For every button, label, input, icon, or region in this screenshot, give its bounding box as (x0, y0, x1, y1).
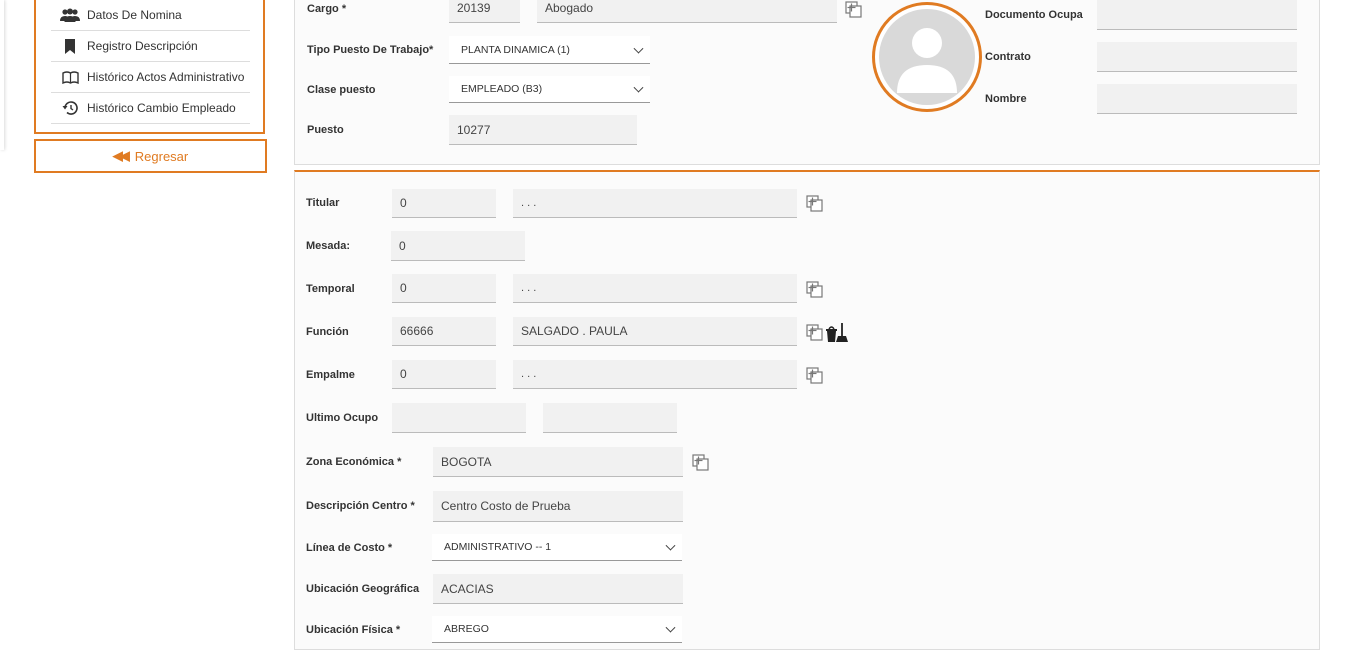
puesto-label: Puesto (307, 124, 344, 136)
chevron-down-icon (633, 43, 644, 54)
zona-economica-field[interactable]: BOGOTA (433, 447, 683, 477)
regresar-label: Regresar (134, 148, 189, 164)
tipo-puesto-label: Tipo Puesto De Trabajo* (307, 44, 434, 56)
nombre-field[interactable] (1097, 84, 1297, 114)
avatar (872, 2, 982, 112)
funcion-label: Función (306, 326, 349, 338)
bookmark-icon (59, 38, 81, 54)
chevron-down-icon (633, 82, 644, 93)
funcion-code-field[interactable]: 66666 (392, 317, 496, 346)
cargo-code-field[interactable]: 20139 (449, 0, 520, 23)
clase-puesto-value: EMPLEADO (B3) (461, 83, 543, 95)
search-add-icon[interactable] (806, 281, 823, 298)
sidebar-item-historico-cambio[interactable]: Histórico Cambio Empleado (51, 93, 250, 124)
sidebar-item-registro-descripcion[interactable]: Registro Descripción (51, 31, 250, 62)
ultimo-ocupo-field-1[interactable] (392, 403, 526, 433)
tipo-puesto-value: PLANTA DINAMICA (1) (461, 43, 570, 56)
ubicacion-fisica-value: ABREGO (444, 623, 489, 635)
ultimo-ocupo-field-2[interactable] (543, 403, 677, 433)
sidebar-menu: Datos De Nomina Registro Descripción His… (34, 0, 265, 134)
sidebar-item-label: Histórico Cambio Empleado (87, 101, 236, 115)
double-arrow-left-icon: ◀◀ (112, 148, 130, 163)
search-add-icon[interactable] (806, 367, 823, 384)
clase-puesto-select[interactable]: EMPLEADO (B3) (449, 76, 650, 103)
cargo-label: Cargo * (307, 3, 347, 15)
regresar-button[interactable]: ◀◀ Regresar (34, 139, 267, 173)
contrato-label: Contrato (985, 51, 1031, 63)
search-add-icon[interactable] (692, 454, 709, 471)
temporal-code-field[interactable]: 0 (392, 274, 496, 303)
documento-ocupa-label: Documento Ocupa (985, 9, 1083, 21)
ubicacion-geografica-label: Ubicación Geográfica (306, 583, 420, 595)
titular-name-field[interactable]: . . . (513, 189, 797, 218)
ubicacion-fisica-select[interactable]: ABREGO (432, 616, 682, 643)
contrato-field[interactable] (1097, 42, 1297, 72)
titular-label: Titular (306, 197, 340, 209)
sidebar-item-datos-nomina[interactable]: Datos De Nomina (51, 0, 250, 31)
search-add-icon[interactable] (806, 195, 823, 212)
linea-costo-value: ADMINISTRATIVO -- 1 (444, 541, 552, 553)
empalme-code-field[interactable]: 0 (392, 360, 496, 389)
sidebar-item-label: Registro Descripción (87, 39, 198, 53)
sidebar-item-label: Datos De Nomina (87, 8, 182, 22)
search-add-icon[interactable] (845, 1, 862, 18)
mesada-label: Mesada: (306, 240, 351, 252)
linea-costo-select[interactable]: ADMINISTRATIVO -- 1 (432, 534, 682, 561)
sidebar-item-label: Histórico Actos Administrativo (87, 70, 245, 84)
tipo-puesto-select[interactable]: PLANTA DINAMICA (1) (449, 36, 650, 64)
funcion-name-field[interactable]: SALGADO . PAULA (513, 317, 797, 346)
ubicacion-geografica-field[interactable]: ACACIAS (433, 574, 683, 604)
puesto-field[interactable]: 10277 (449, 115, 637, 145)
chevron-down-icon (665, 622, 676, 633)
descripcion-centro-label: Descripción Centro * (306, 500, 415, 512)
chevron-down-icon (665, 540, 676, 551)
sidebar-shadow (0, 0, 4, 150)
titular-code-field[interactable]: 0 (392, 189, 496, 218)
temporal-label: Temporal (306, 283, 355, 295)
search-add-icon[interactable] (806, 324, 823, 341)
documento-ocupa-field[interactable] (1097, 0, 1297, 30)
clear-broom-icon[interactable] (825, 322, 849, 343)
sidebar-item-historico-actos[interactable]: Histórico Actos Administrativo (51, 62, 250, 93)
linea-costo-label: Línea de Costo * (306, 542, 393, 554)
empalme-name-field[interactable]: . . . (513, 360, 797, 389)
book-icon (59, 70, 81, 84)
ubicacion-fisica-label: Ubicación Física * (306, 624, 401, 636)
nombre-label: Nombre (985, 93, 1027, 105)
descripcion-centro-field[interactable]: Centro Costo de Prueba (433, 491, 683, 522)
zona-economica-label: Zona Económica * (306, 456, 402, 468)
clase-puesto-label: Clase puesto (307, 84, 376, 96)
user-placeholder-icon (879, 9, 975, 105)
mesada-field[interactable]: 0 (391, 231, 525, 261)
temporal-name-field[interactable]: . . . (513, 274, 797, 303)
ultimo-ocupo-label: Ultimo Ocupo (306, 412, 379, 424)
cargo-name-field[interactable]: Abogado (537, 0, 837, 23)
empalme-label: Empalme (306, 369, 355, 381)
users-icon (59, 8, 81, 22)
history-icon (59, 100, 81, 116)
